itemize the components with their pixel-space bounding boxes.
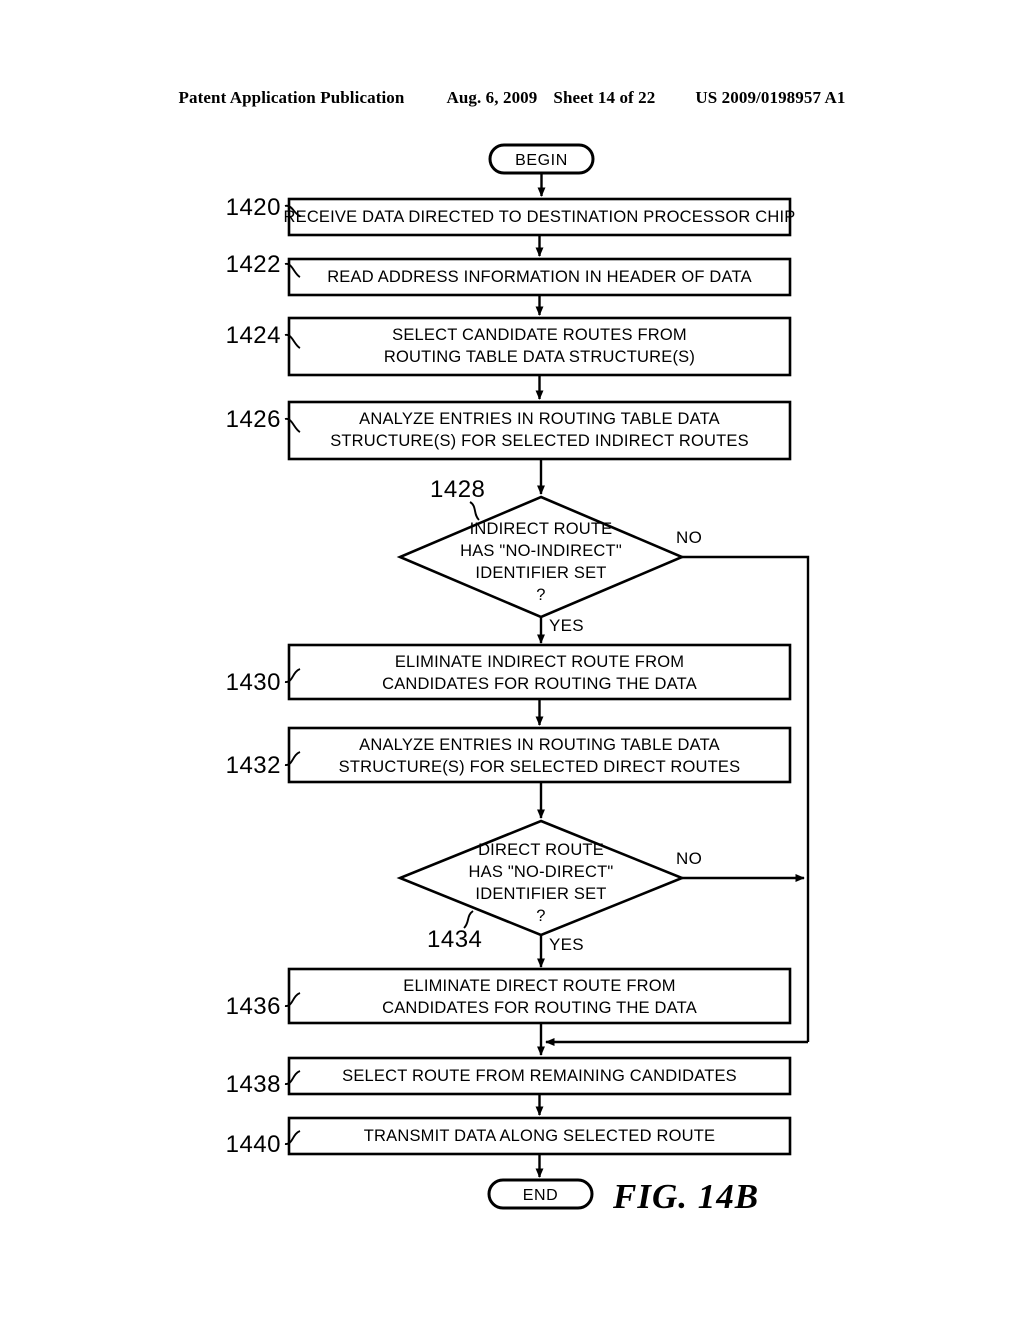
process-box-1426-line-2: STRUCTURE(S) FOR SELECTED INDIRECT ROUTE… bbox=[330, 432, 749, 450]
process-box-1436: ELIMINATE DIRECT ROUTE FROM CANDIDATES F… bbox=[287, 967, 792, 1025]
decision-1428-line-4: ? bbox=[536, 586, 545, 604]
ref-number-1430: 1430 bbox=[226, 669, 281, 696]
ref-number-1434: 1434 bbox=[427, 926, 482, 953]
process-box-1424-line-2: ROUTING TABLE DATA STRUCTURE(S) bbox=[384, 348, 695, 366]
process-box-1436-line-2: CANDIDATES FOR ROUTING THE DATA bbox=[382, 999, 697, 1017]
decision-1434-line-3: IDENTIFIER SET bbox=[475, 885, 606, 903]
branch-label-1428-yes: YES bbox=[549, 616, 584, 635]
ref-number-1432: 1432 bbox=[226, 752, 281, 779]
process-box-1432-line-1: ANALYZE ENTRIES IN ROUTING TABLE DATA bbox=[359, 736, 720, 754]
branch-label-1434-yes: YES bbox=[549, 935, 584, 954]
process-box-1432-line-2: STRUCTURE(S) FOR SELECTED DIRECT ROUTES bbox=[339, 758, 741, 776]
process-box-1436-line-1: ELIMINATE DIRECT ROUTE FROM bbox=[403, 977, 675, 995]
decision-1434-line-1: DIRECT ROUTE bbox=[478, 841, 604, 859]
process-box-1438-line-1: SELECT ROUTE FROM REMAINING CANDIDATES bbox=[342, 1067, 737, 1085]
ref-number-1424: 1424 bbox=[226, 322, 281, 349]
decision-1428-line-2: HAS "NO-INDIRECT" bbox=[460, 542, 622, 560]
leader-1428 bbox=[469, 501, 480, 521]
process-box-1438: SELECT ROUTE FROM REMAINING CANDIDATES bbox=[287, 1056, 792, 1096]
ref-number-1420: 1420 bbox=[226, 194, 281, 221]
process-box-1420-line-1: RECEIVE DATA DIRECTED TO DESTINATION PRO… bbox=[284, 208, 796, 226]
process-box-1426-line-1: ANALYZE ENTRIES IN ROUTING TABLE DATA bbox=[359, 410, 720, 428]
ref-number-1428: 1428 bbox=[430, 476, 485, 503]
decision-1434-line-4: ? bbox=[536, 907, 545, 925]
process-box-1420: RECEIVE DATA DIRECTED TO DESTINATION PRO… bbox=[284, 197, 796, 237]
ref-number-1440: 1440 bbox=[226, 1131, 281, 1158]
decision-diamond-1434: DIRECT ROUTE HAS "NO-DIRECT" IDENTIFIER … bbox=[396, 819, 686, 937]
process-box-1422-line-1: READ ADDRESS INFORMATION IN HEADER OF DA… bbox=[327, 268, 752, 286]
ref-number-1436: 1436 bbox=[226, 993, 281, 1020]
process-box-1430-line-2: CANDIDATES FOR ROUTING THE DATA bbox=[382, 675, 697, 693]
process-box-1432: ANALYZE ENTRIES IN ROUTING TABLE DATA ST… bbox=[287, 726, 792, 784]
decision-1428-line-3: IDENTIFIER SET bbox=[475, 564, 606, 582]
terminal-end: END bbox=[487, 1178, 594, 1210]
process-box-1424: SELECT CANDIDATE ROUTES FROM ROUTING TAB… bbox=[287, 316, 792, 377]
process-box-1430-line-1: ELIMINATE INDIRECT ROUTE FROM bbox=[395, 653, 684, 671]
process-box-1440: TRANSMIT DATA ALONG SELECTED ROUTE bbox=[287, 1116, 792, 1156]
process-box-1424-line-1: SELECT CANDIDATE ROUTES FROM bbox=[392, 326, 687, 344]
branch-label-1428-no: NO bbox=[676, 528, 702, 547]
decision-diamond-1428: INDIRECT ROUTE HAS "NO-INDIRECT" IDENTIF… bbox=[396, 495, 686, 619]
decision-1434-line-2: HAS "NO-DIRECT" bbox=[469, 863, 614, 881]
branch-label-1434-no: NO bbox=[676, 849, 702, 868]
decision-1428-line-1: INDIRECT ROUTE bbox=[470, 520, 613, 538]
ref-number-1422: 1422 bbox=[226, 251, 281, 278]
process-box-1440-line-1: TRANSMIT DATA ALONG SELECTED ROUTE bbox=[364, 1127, 716, 1145]
terminal-end-label: END bbox=[523, 1187, 559, 1204]
process-box-1426: ANALYZE ENTRIES IN ROUTING TABLE DATA ST… bbox=[287, 400, 792, 461]
terminal-begin: BEGIN bbox=[488, 143, 595, 175]
figure-label: FIG. 14B bbox=[612, 1177, 759, 1216]
terminal-begin-label: BEGIN bbox=[515, 152, 568, 169]
flowchart-figure: BEGIN RECEIVE DATA DIRECTED TO DESTINATI… bbox=[226, 143, 810, 1216]
ref-number-1426: 1426 bbox=[226, 406, 281, 433]
process-box-1422: READ ADDRESS INFORMATION IN HEADER OF DA… bbox=[287, 257, 792, 297]
ref-number-1438: 1438 bbox=[226, 1071, 281, 1098]
process-box-1430: ELIMINATE INDIRECT ROUTE FROM CANDIDATES… bbox=[287, 643, 792, 701]
